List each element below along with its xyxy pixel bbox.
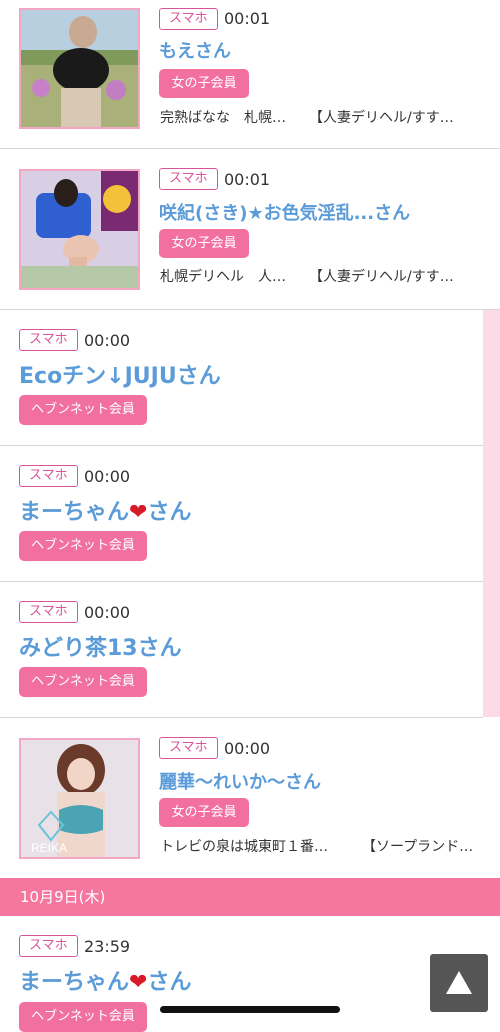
post-time: 23:59 — [84, 937, 131, 956]
user-name-link[interactable]: もえさん — [159, 37, 231, 63]
shop-category[interactable]: 【人妻デリヘル/すす… — [309, 266, 454, 286]
user-name-link[interactable]: まーちゃん❤さん — [19, 494, 191, 526]
heart-icon: ❤ — [129, 500, 148, 525]
user-name-link[interactable]: 麗華〜れいか〜さん — [159, 768, 321, 794]
list-item[interactable]: スマホ 00:00 みどり茶13さん ヘブンネット会員 — [0, 582, 483, 718]
member-type-button[interactable]: ヘブンネット会員 — [19, 395, 147, 425]
post-time: 00:00 — [224, 739, 271, 758]
arrow-up-icon — [446, 971, 472, 994]
member-type-button[interactable]: ヘブンネット会員 — [19, 531, 147, 561]
user-name-suffix: さん — [147, 970, 192, 995]
smartphone-badge: スマホ — [19, 329, 78, 351]
profile-photo[interactable] — [19, 8, 140, 129]
post-time: 00:00 — [84, 467, 131, 486]
post-time: 00:00 — [84, 331, 131, 350]
smartphone-badge: スマホ — [19, 601, 78, 623]
profile-photo[interactable] — [19, 169, 140, 290]
home-indicator — [160, 1006, 340, 1013]
smartphone-badge: スマホ — [19, 465, 78, 487]
scroll-to-top-button[interactable] — [430, 954, 488, 1012]
post-time: 00:01 — [224, 9, 271, 28]
list-item[interactable]: REIKA スマホ 00:00 麗華〜れいか〜さん 女の子会員 トレビの泉は城東… — [0, 718, 500, 878]
user-name-suffix: さん — [147, 500, 192, 525]
profile-photo[interactable]: REIKA — [19, 738, 140, 859]
shop-category[interactable]: 【人妻デリヘル/すす… — [309, 107, 454, 127]
heart-icon: ❤ — [129, 970, 148, 995]
shop-name[interactable]: 札幌デリヘル 人… — [160, 266, 286, 286]
member-type-button[interactable]: ヘブンネット会員 — [19, 1002, 147, 1032]
user-name-link[interactable]: 咲紀(さき)★お色気淫乱...さん — [159, 199, 410, 225]
post-time: 00:01 — [224, 170, 271, 189]
user-name-text: まーちゃん — [19, 500, 130, 525]
date-header: 10月9日(木) — [0, 878, 500, 916]
member-type-button[interactable]: 女の子会員 — [159, 69, 249, 98]
member-type-button[interactable]: ヘブンネット会員 — [19, 667, 147, 697]
smartphone-badge: スマホ — [159, 168, 218, 190]
post-time: 00:00 — [84, 603, 131, 622]
shop-name[interactable]: トレビの泉は城東町１番… — [160, 836, 328, 856]
list-item[interactable]: スマホ 00:01 咲紀(さき)★お色気淫乱...さん 女の子会員 札幌デリヘル… — [0, 149, 500, 310]
list-item[interactable]: スマホ 00:00 Ecoチン↓JUJUさん ヘブンネット会員 — [0, 310, 483, 446]
smartphone-badge: スマホ — [159, 737, 218, 759]
shop-name[interactable]: 完熟ばなな 札幌… — [160, 107, 286, 127]
member-type-button[interactable]: 女の子会員 — [159, 798, 249, 827]
user-name-link[interactable]: Ecoチン↓JUJUさん — [19, 358, 221, 390]
side-decoration — [483, 310, 500, 717]
shop-category[interactable]: 【ソープランド… — [362, 836, 473, 856]
smartphone-badge: スマホ — [19, 935, 78, 957]
list-item[interactable]: スマホ 00:00 まーちゃん❤さん ヘブンネット会員 — [0, 446, 483, 582]
member-type-button[interactable]: 女の子会員 — [159, 229, 249, 258]
smartphone-badge: スマホ — [159, 8, 218, 30]
thumb-watermark: REIKA — [31, 841, 67, 855]
user-name-link[interactable]: まーちゃん❤さん — [19, 964, 191, 996]
list-item[interactable]: スマホ 00:01 もえさん 女の子会員 完熟ばなな 札幌… 【人妻デリヘル/す… — [0, 0, 500, 149]
user-name-text: まーちゃん — [19, 970, 130, 995]
user-name-link[interactable]: みどり茶13さん — [19, 630, 182, 662]
